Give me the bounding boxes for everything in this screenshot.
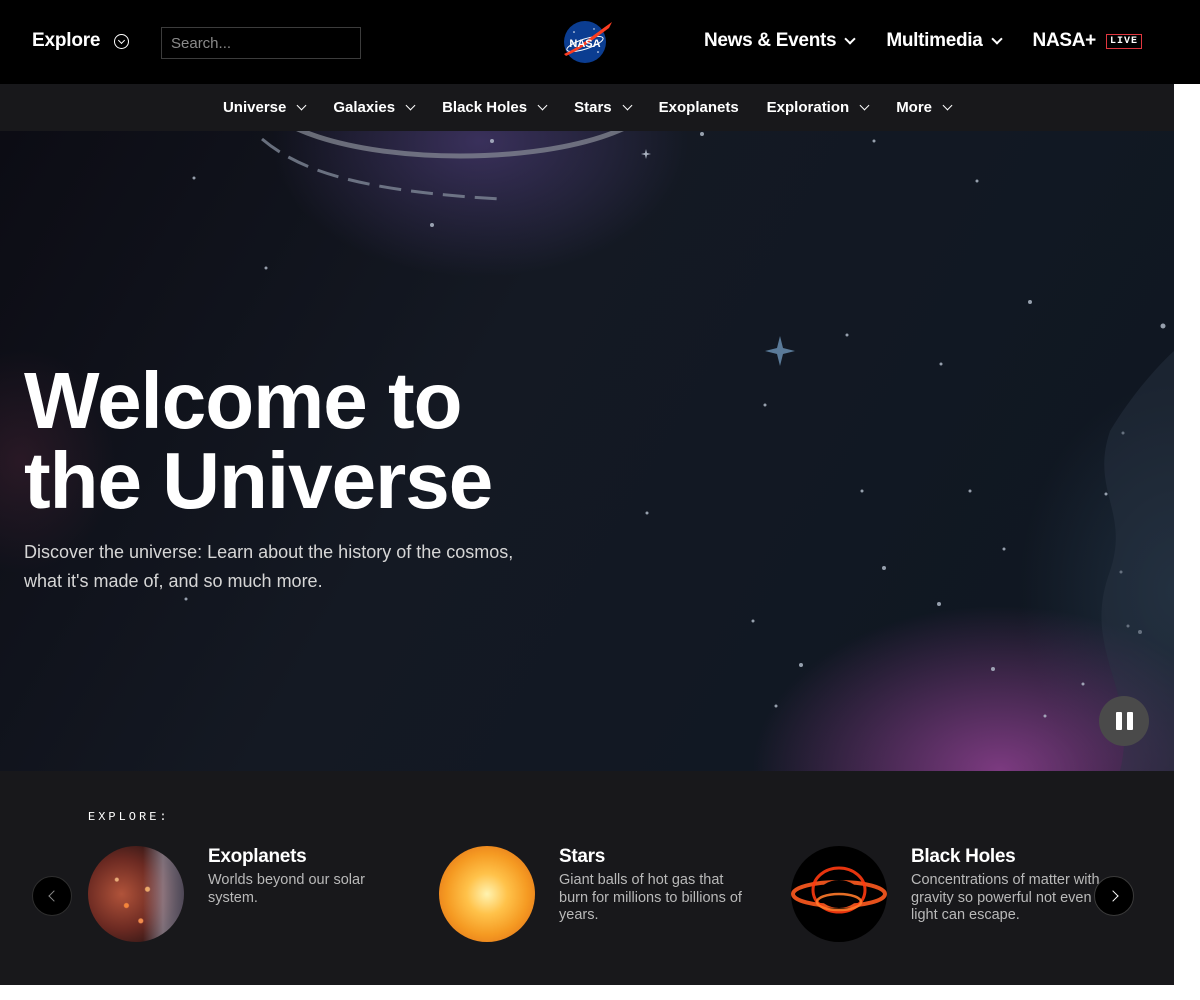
hero-title: Welcome to the Universe — [24, 361, 584, 521]
subnav-item-exploration[interactable]: Exploration — [766, 99, 870, 116]
exoplanet-image — [88, 846, 184, 942]
subnav-item-stars[interactable]: Stars — [574, 99, 633, 116]
sparkle-icon — [765, 336, 795, 366]
pause-icon — [1115, 712, 1122, 730]
hero-banner: Welcome to the Universe Discover the uni… — [0, 131, 1174, 771]
explore-card-black-holes[interactable]: Black Holes Concentrations of matter wit… — [791, 846, 1111, 946]
explore-menu-button[interactable]: Explore — [32, 30, 130, 52]
carousel-next-button[interactable] — [1094, 876, 1134, 916]
chevron-left-icon — [47, 890, 60, 902]
section-nav: Universe Galaxies Black Holes Stars Exop… — [0, 84, 1174, 131]
pause-icon — [1126, 712, 1133, 730]
sparkle-icon — [641, 149, 651, 159]
explore-card-stars[interactable]: Stars Giant balls of hot gas that burn f… — [439, 846, 759, 946]
nav-multimedia-label: Multimedia — [886, 30, 983, 51]
live-badge: LIVE — [1105, 33, 1142, 49]
chevron-down-circle-icon — [114, 33, 130, 49]
hero-title-line-1: Welcome to — [24, 356, 462, 445]
card-description: Concentrations of matter with gravity so… — [911, 872, 1100, 923]
hero-description: Discover the universe: Learn about the h… — [24, 542, 514, 591]
chevron-down-icon — [405, 100, 416, 111]
subnav-item-label: Universe — [222, 99, 287, 116]
nav-news-events-label: News & Events — [703, 30, 837, 51]
nasa-logo[interactable]: NASA — [558, 18, 614, 66]
star-image — [439, 846, 535, 942]
chevron-down-icon — [859, 100, 870, 111]
subnav-item-label: Galaxies — [333, 99, 396, 116]
subnav-item-label: More — [896, 99, 933, 116]
subnav-item-label: Exploration — [766, 99, 850, 116]
page: Explore NASA News & Events Multimedia — [0, 0, 1200, 1000]
subnav-item-label: Exoplanets — [658, 99, 739, 116]
chevron-down-icon — [296, 100, 307, 111]
subnav-item-exoplanets[interactable]: Exoplanets — [659, 99, 739, 116]
subnav-item-label: Stars — [574, 99, 612, 116]
chevron-down-icon — [942, 100, 953, 111]
top-nav: News & Events Multimedia NASA+ LIVE — [704, 30, 1142, 52]
subnav-item-label: Black Holes — [442, 99, 528, 116]
card-description: Worlds beyond our solar system. — [208, 872, 365, 906]
chevron-down-icon — [537, 100, 548, 111]
hero-title-line-2: the Universe — [24, 436, 493, 525]
chevron-down-icon — [990, 33, 1003, 45]
nasa-logo-text: NASA — [569, 38, 600, 50]
pause-button[interactable] — [1099, 696, 1149, 746]
black-hole-art — [791, 866, 887, 914]
top-bar: Explore NASA News & Events Multimedia — [0, 0, 1200, 84]
nav-nasa-plus[interactable]: NASA+ LIVE — [1033, 30, 1142, 52]
card-description: Giant balls of hot gas that burn for mil… — [559, 872, 742, 923]
nav-multimedia[interactable]: Multimedia — [886, 30, 1003, 52]
orbit-ring — [296, 131, 624, 159]
chevron-right-icon — [1106, 890, 1119, 902]
orbit-dashed-arc — [261, 137, 501, 201]
subnav-item-universe[interactable]: Universe — [222, 99, 307, 116]
explore-card-exoplanets[interactable]: Exoplanets Worlds beyond our solar syste… — [88, 846, 408, 946]
black-hole-image — [791, 846, 887, 942]
card-title: Stars — [559, 846, 606, 867]
card-title: Black Holes — [911, 846, 1016, 867]
explore-carousel: EXPLORE: Exoplanets Worlds beyond our so… — [0, 771, 1174, 985]
explore-label: Explore — [32, 30, 101, 51]
subnav-item-black-holes[interactable]: Black Holes — [442, 99, 548, 116]
subnav-item-galaxies[interactable]: Galaxies — [333, 99, 416, 116]
nav-nasa-plus-label: NASA+ — [1032, 30, 1097, 51]
nav-news-events[interactable]: News & Events — [703, 30, 856, 52]
subnav-item-more[interactable]: More — [896, 99, 953, 116]
card-title: Exoplanets — [208, 846, 307, 867]
chevron-down-icon — [844, 33, 856, 45]
chevron-down-icon — [622, 100, 633, 111]
search-input[interactable] — [161, 27, 361, 59]
explore-kicker: EXPLORE: — [88, 810, 170, 824]
carousel-prev-button[interactable] — [32, 876, 72, 916]
